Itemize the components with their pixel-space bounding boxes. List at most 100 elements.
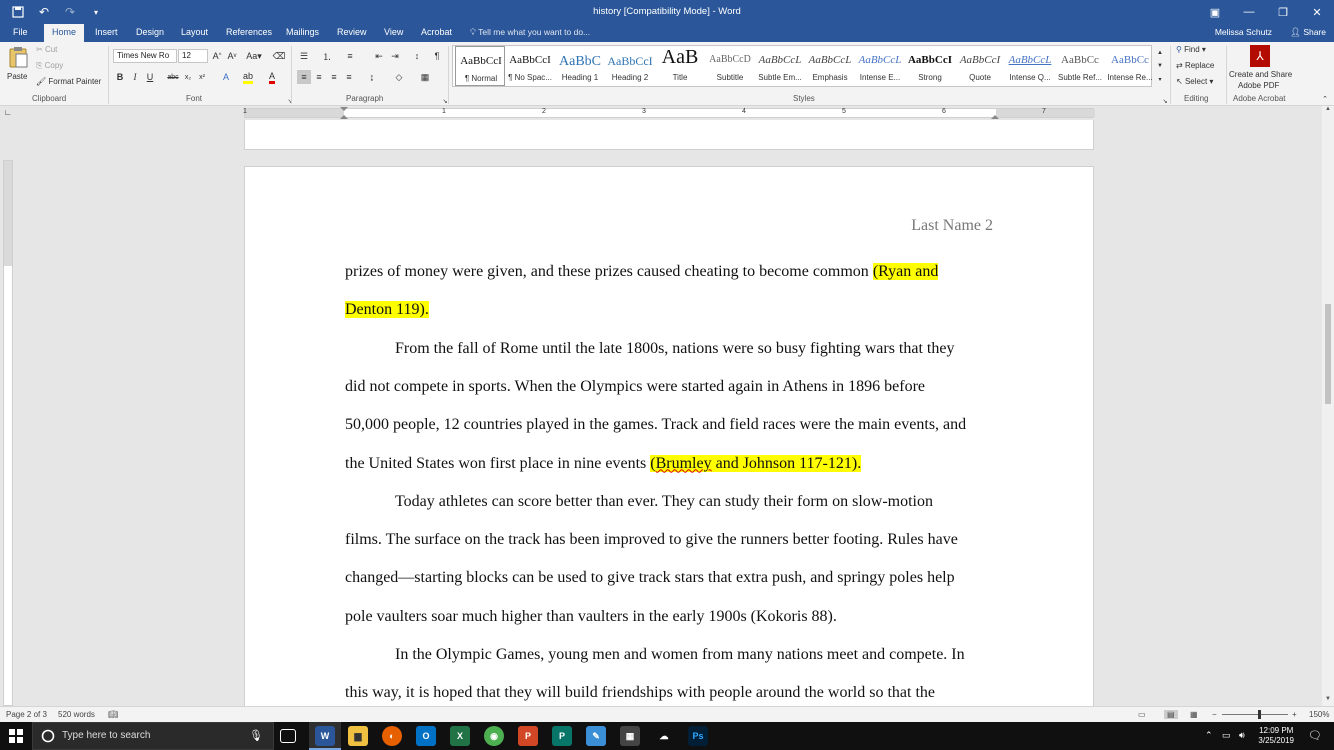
tell-me-box[interactable]: 💡︎ Tell me what you want to do... — [470, 24, 590, 42]
outlook-icon[interactable]: O — [416, 726, 436, 746]
microphone-icon[interactable]: 🎙︎ — [249, 729, 263, 742]
increase-indent-icon[interactable]: ⇥ — [388, 49, 402, 63]
hanging-indent-marker[interactable] — [340, 114, 348, 119]
text-line[interactable]: 50,000 people, 12 countries played in th… — [345, 416, 966, 436]
excel-icon[interactable]: X — [450, 726, 470, 746]
replace-button[interactable]: ⇄ Replace — [1176, 61, 1214, 70]
text-line[interactable]: From the fall of Rome until the late 180… — [395, 340, 954, 360]
style-8[interactable]: AaBbCcL Intense E... — [855, 46, 905, 86]
clock[interactable]: 12:09 PM 3/25/2019 — [1258, 726, 1294, 746]
change-case-icon[interactable]: Aa▾ — [244, 49, 264, 63]
cloud-app-icon[interactable]: ☁ — [654, 726, 674, 746]
multilevel-list-icon[interactable]: ≡ — [343, 49, 357, 63]
text-line[interactable]: films. The surface on the track has been… — [345, 531, 958, 551]
style-11[interactable]: AaBbCcL Intense Q... — [1005, 46, 1055, 86]
styles-scroll-down-icon[interactable]: ▼ — [1153, 59, 1167, 73]
text-line[interactable]: changed—starting blocks can be used to g… — [345, 569, 955, 589]
align-left-icon[interactable]: ≡ — [297, 70, 311, 84]
word-count[interactable]: 520 words — [58, 710, 95, 719]
zoom-level[interactable]: 150% — [1309, 710, 1329, 719]
highlight-color-icon[interactable]: ab — [241, 70, 255, 84]
minimize-icon[interactable]: — — [1232, 0, 1266, 24]
clear-formatting-icon[interactable]: ⌫ — [272, 49, 286, 63]
bullets-icon[interactable]: ☰ — [297, 49, 311, 63]
text-line[interactable]: this way, it is hoped that they will bui… — [345, 684, 935, 704]
decrease-indent-icon[interactable]: ⇤ — [372, 49, 386, 63]
right-indent-marker[interactable] — [991, 114, 999, 119]
styles-more-icon[interactable]: ▾ — [1153, 72, 1167, 86]
text-effects-icon[interactable]: A — [219, 70, 233, 84]
photoshop-icon[interactable]: Ps — [688, 726, 708, 746]
network-icon[interactable]: ▭ — [1222, 730, 1231, 741]
print-layout-icon[interactable]: ▤ — [1164, 710, 1178, 719]
style-3[interactable]: AaBbCcI Heading 2 — [605, 46, 655, 86]
align-right-icon[interactable]: ≡ — [327, 70, 341, 84]
editor-app-icon[interactable]: ✎ — [586, 726, 606, 746]
tab-acrobat[interactable]: Acrobat — [413, 24, 460, 42]
paste-button[interactable]: Paste — [6, 46, 30, 88]
show-hidden-icons-icon[interactable]: ⌃ — [1205, 730, 1213, 741]
first-line-indent-marker[interactable] — [340, 107, 348, 111]
read-mode-icon[interactable]: ▭ — [1138, 710, 1146, 719]
close-icon[interactable]: ✕ — [1300, 0, 1334, 24]
tab-view[interactable]: View — [376, 24, 411, 42]
sort-icon[interactable]: ↕ — [410, 49, 424, 63]
horizontal-ruler[interactable]: 1 1 2 3 4 5 6 7 — [243, 107, 1095, 119]
numbering-icon[interactable]: ⒈ — [320, 49, 334, 63]
style-2[interactable]: AaBbC Heading 1 — [555, 46, 605, 86]
scroll-down-icon[interactable]: ▼ — [1322, 696, 1334, 706]
file-explorer-icon[interactable]: ▆ — [348, 726, 368, 746]
text-line[interactable]: prizes of money were given, and these pr… — [345, 263, 939, 283]
italic-icon[interactable]: I — [128, 70, 142, 84]
font-dialog-launcher-icon[interactable]: ↘ — [283, 94, 297, 108]
vertical-ruler[interactable] — [3, 160, 13, 706]
show-formatting-icon[interactable]: ¶ — [430, 49, 444, 63]
document-canvas[interactable]: Last Name 2 prizes of money were given, … — [16, 120, 1322, 706]
scroll-thumb[interactable] — [1325, 304, 1331, 404]
tab-references[interactable]: References — [218, 24, 280, 42]
zoom-slider[interactable] — [1222, 710, 1288, 719]
style-5[interactable]: AaBbCcD Subtitle — [705, 46, 755, 86]
tab-layout[interactable]: Layout — [173, 24, 216, 42]
bold-icon[interactable]: B — [113, 70, 127, 84]
restore-icon[interactable]: ❐ — [1266, 0, 1300, 24]
volume-icon[interactable]: 🔊︎ — [1239, 730, 1245, 741]
task-view-icon[interactable] — [280, 729, 296, 743]
style-12[interactable]: AaBbCc Subtle Ref... — [1055, 46, 1105, 86]
user-name[interactable]: Melissa Schutz — [1215, 24, 1272, 41]
text-line[interactable]: pole vaulters soar much higher than vaul… — [345, 608, 837, 628]
tab-design[interactable]: Design — [128, 24, 172, 42]
create-share-pdf-button[interactable]: ⅄ Create and Share Adobe PDF — [1228, 44, 1292, 92]
page-indicator[interactable]: Page 2 of 3 — [6, 710, 47, 719]
shading-icon[interactable]: ◇ — [392, 70, 406, 84]
proofing-icon[interactable]: 📖︎ — [108, 710, 118, 719]
cut-button[interactable]: ✂ Cut — [36, 45, 57, 54]
zoom-slider-thumb[interactable] — [1258, 710, 1261, 719]
format-painter-button[interactable]: 🖌︎ Format Painter — [36, 77, 101, 86]
text-line[interactable]: Today athletes can score better than eve… — [395, 493, 933, 513]
font-size-combo[interactable]: 12 — [178, 49, 208, 63]
find-button[interactable]: ⚲ Find ▾ — [1176, 45, 1206, 54]
shrink-font-icon[interactable]: Av — [225, 49, 239, 63]
styles-scroll-up-icon[interactable]: ▲ — [1153, 46, 1167, 60]
vertical-scrollbar[interactable]: ▲ ▼ — [1322, 106, 1334, 706]
windows-start-icon[interactable] — [0, 722, 32, 750]
tab-file[interactable]: File — [5, 24, 36, 42]
redo-icon[interactable]: ↷ — [60, 3, 80, 21]
tab-home[interactable]: Home — [44, 24, 85, 42]
ribbon-display-options-icon[interactable]: ▣ — [1198, 0, 1232, 24]
font-name-combo[interactable]: Times New Ro — [113, 49, 177, 63]
tab-selector[interactable]: ∟ — [0, 106, 16, 120]
tab-mailings[interactable]: Mailings — [278, 24, 327, 42]
undo-icon[interactable]: ↶ — [34, 3, 54, 21]
zoom-in-icon[interactable]: + — [1292, 710, 1297, 719]
paragraph-dialog-launcher-icon[interactable]: ↘ — [438, 94, 452, 108]
share-button[interactable]: 👤︎ Share — [1290, 24, 1326, 41]
style-9[interactable]: AaBbCcI Strong — [905, 46, 955, 86]
powerpoint-icon[interactable]: P — [518, 726, 538, 746]
page-header[interactable]: Last Name 2 — [911, 217, 993, 235]
web-layout-icon[interactable]: ▦ — [1190, 710, 1198, 719]
scroll-up-icon[interactable]: ▲ — [1322, 106, 1334, 116]
font-color-icon[interactable]: A — [265, 70, 279, 84]
text-line[interactable]: Denton 119). — [345, 301, 429, 321]
